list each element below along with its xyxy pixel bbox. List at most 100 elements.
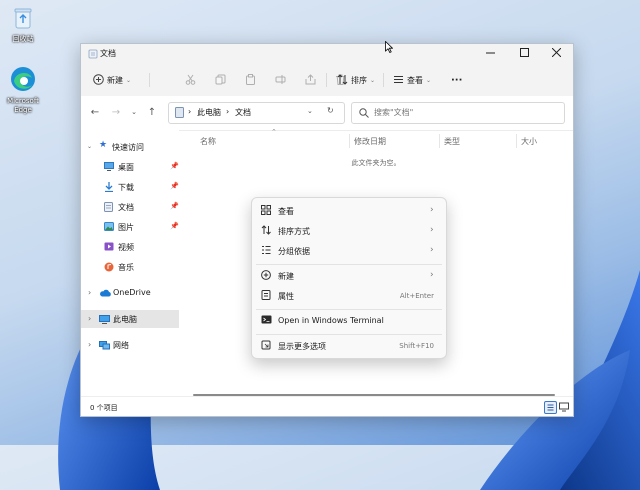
sort-button[interactable]: 排序 ⌄	[337, 64, 375, 96]
terminal-icon	[261, 315, 272, 327]
network-icon	[99, 341, 110, 352]
recycle-bin-shortcut[interactable]: 回收站	[2, 6, 44, 44]
address-bar[interactable]: › 此电脑 › 文档 ⌄ ↻	[168, 102, 345, 124]
details-view-icon	[547, 404, 554, 411]
nav-this-pc-label: 此电脑	[113, 315, 137, 324]
plus-circle-icon	[93, 73, 104, 87]
rename-button[interactable]	[275, 64, 286, 96]
toolbar-divider	[149, 73, 150, 87]
up-button[interactable]: ↑	[145, 105, 159, 119]
forward-button[interactable]: →	[109, 105, 123, 119]
chevron-down-icon: ⌄	[126, 76, 132, 84]
back-button[interactable]: ←	[88, 105, 102, 119]
chevron-right-icon: ›	[430, 245, 434, 255]
column-divider	[349, 134, 350, 148]
nav-item-desktop[interactable]: 桌面 📌	[81, 158, 179, 176]
menu-item-view[interactable]: 查看 ›	[256, 201, 442, 221]
search-box[interactable]: 搜索"文档"	[351, 102, 565, 124]
tiles-view-button[interactable]	[559, 402, 569, 415]
menu-item-show-more-options[interactable]: 显示更多选项 Shift+F10	[256, 336, 442, 356]
nav-item-downloads[interactable]: 下载 📌	[81, 178, 179, 196]
menu-item-group-by[interactable]: 分组依据 ›	[256, 241, 442, 261]
nav-quick-access[interactable]: ⌄ ★ 快速访问	[81, 138, 179, 156]
minimize-button[interactable]	[473, 44, 507, 64]
menu-item-new[interactable]: 新建 ›	[256, 266, 442, 286]
column-header-size[interactable]: 大小	[521, 136, 537, 147]
edge-label-line2: Edge	[14, 106, 32, 114]
edge-label-line1: Microsoft	[7, 97, 39, 105]
picture-icon	[104, 222, 114, 233]
breadcrumb-this-pc[interactable]: 此电脑	[197, 107, 221, 118]
menu-item-properties[interactable]: 属性 Alt+Enter	[256, 286, 442, 306]
breadcrumb-documents[interactable]: 文档	[235, 107, 251, 118]
music-icon	[104, 262, 114, 274]
recent-locations-button[interactable]: ⌄	[127, 105, 141, 119]
properties-icon	[261, 290, 271, 303]
download-icon	[104, 182, 114, 194]
menu-item-sort-by[interactable]: 排序方式 ›	[256, 221, 442, 241]
title-bar[interactable]: 文档	[81, 44, 573, 64]
refresh-icon[interactable]: ↻	[327, 106, 334, 115]
paste-button[interactable]	[245, 64, 256, 96]
nav-item-label: 音乐	[118, 263, 134, 272]
chevron-right-icon: ›	[430, 270, 434, 280]
column-header-modified[interactable]: 修改日期	[354, 136, 386, 147]
address-dropdown-icon[interactable]: ⌄	[307, 107, 313, 115]
close-icon	[551, 47, 561, 60]
recycle-bin-icon	[2, 6, 44, 33]
status-bar: 0 个项目	[81, 396, 573, 417]
pin-icon: 📌	[170, 182, 179, 190]
copy-icon	[215, 74, 226, 87]
nav-item-music[interactable]: 音乐	[81, 258, 179, 276]
nav-network-label: 网络	[113, 341, 129, 350]
menu-item-label: 新建	[278, 272, 294, 281]
chevron-right-icon: ›	[430, 205, 434, 215]
column-header-name[interactable]: 名称	[200, 136, 216, 147]
menu-separator	[256, 309, 442, 310]
copy-button[interactable]	[215, 64, 226, 96]
more-options-button[interactable]: ···	[451, 64, 462, 96]
nav-network[interactable]: › 网络	[81, 336, 179, 354]
scissors-icon	[185, 74, 196, 87]
menu-item-label: 属性	[278, 292, 294, 301]
nav-item-pictures[interactable]: 图片 📌	[81, 218, 179, 236]
edge-shortcut[interactable]: Microsoft Edge	[2, 66, 44, 115]
pin-icon: 📌	[170, 222, 179, 230]
cut-button[interactable]	[185, 64, 196, 96]
pin-icon: 📌	[170, 202, 179, 210]
nav-onedrive[interactable]: › OneDrive	[81, 284, 179, 302]
new-button[interactable]: 新建 ⌄	[93, 64, 131, 96]
maximize-icon	[519, 48, 529, 60]
share-button[interactable]	[305, 64, 316, 96]
menu-item-open-terminal[interactable]: Open in Windows Terminal	[256, 311, 442, 331]
maximize-button[interactable]	[507, 44, 541, 64]
close-button[interactable]	[539, 44, 573, 64]
rename-icon	[275, 74, 286, 87]
chevron-right-icon: ›	[88, 314, 92, 323]
view-label: 查看	[407, 75, 423, 85]
nav-item-label: 文档	[118, 203, 134, 212]
command-bar: 新建 ⌄ 排序 ⌄ 查看 ⌄ ···	[81, 64, 573, 97]
nav-quick-access-label: 快速访问	[112, 143, 144, 152]
sort-indicator-icon: ⌃	[271, 128, 277, 136]
nav-item-documents[interactable]: 文档 📌	[81, 198, 179, 216]
paste-icon	[245, 73, 256, 87]
pc-icon	[175, 107, 184, 121]
desktop-icon	[104, 162, 114, 173]
more-dots-label: ···	[451, 74, 463, 86]
details-view-button[interactable]	[544, 401, 557, 414]
chevron-down-icon: ⌄	[426, 76, 432, 84]
column-header-type[interactable]: 类型	[444, 136, 460, 147]
menu-separator	[256, 264, 442, 265]
menu-item-shortcut: Shift+F10	[399, 342, 434, 350]
more-options-icon	[261, 340, 271, 353]
star-icon: ★	[99, 140, 108, 150]
edge-icon	[2, 66, 44, 95]
new-label: 新建	[107, 75, 123, 85]
nav-item-videos[interactable]: 视频	[81, 238, 179, 256]
menu-item-shortcut: Alt+Enter	[399, 292, 434, 300]
nav-this-pc[interactable]: › 此电脑	[81, 310, 179, 328]
view-button[interactable]: 查看 ⌄	[393, 64, 431, 96]
mouse-cursor-icon	[385, 40, 394, 56]
column-divider	[516, 134, 517, 148]
